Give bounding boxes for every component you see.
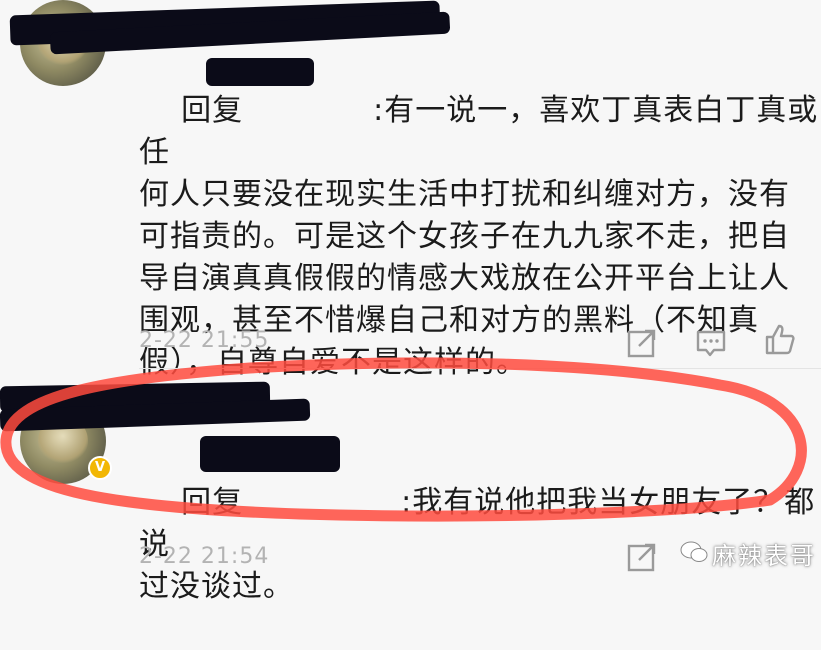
verified-badge-icon: V: [88, 456, 112, 480]
share-icon: [627, 543, 656, 572]
thumbs-up-icon: [765, 324, 795, 355]
share-icon: [627, 329, 656, 358]
share-button[interactable]: [625, 540, 659, 574]
reply-label: 回复: [181, 485, 244, 520]
reply-button[interactable]: [694, 326, 728, 360]
wechat-logo-icon: [680, 541, 708, 562]
watermark-text: 麻辣表哥: [712, 542, 816, 570]
redacted-mention: [206, 58, 314, 86]
comment-icon: [696, 330, 726, 357]
comment-timestamp: 2-22 21:55: [139, 328, 270, 353]
reply-label: 回复: [181, 93, 244, 128]
like-button[interactable]: [763, 322, 797, 356]
comment-1: 回复:有一说一，喜欢丁真表白丁真或任 何人只要没在现实生活中打扰和纠缠对方，没有…: [0, 0, 821, 380]
share-button[interactable]: [625, 326, 659, 360]
redacted-mention: [200, 436, 340, 472]
comment-timestamp: 2-22 21:54: [139, 544, 270, 569]
comment-divider: [139, 368, 821, 369]
